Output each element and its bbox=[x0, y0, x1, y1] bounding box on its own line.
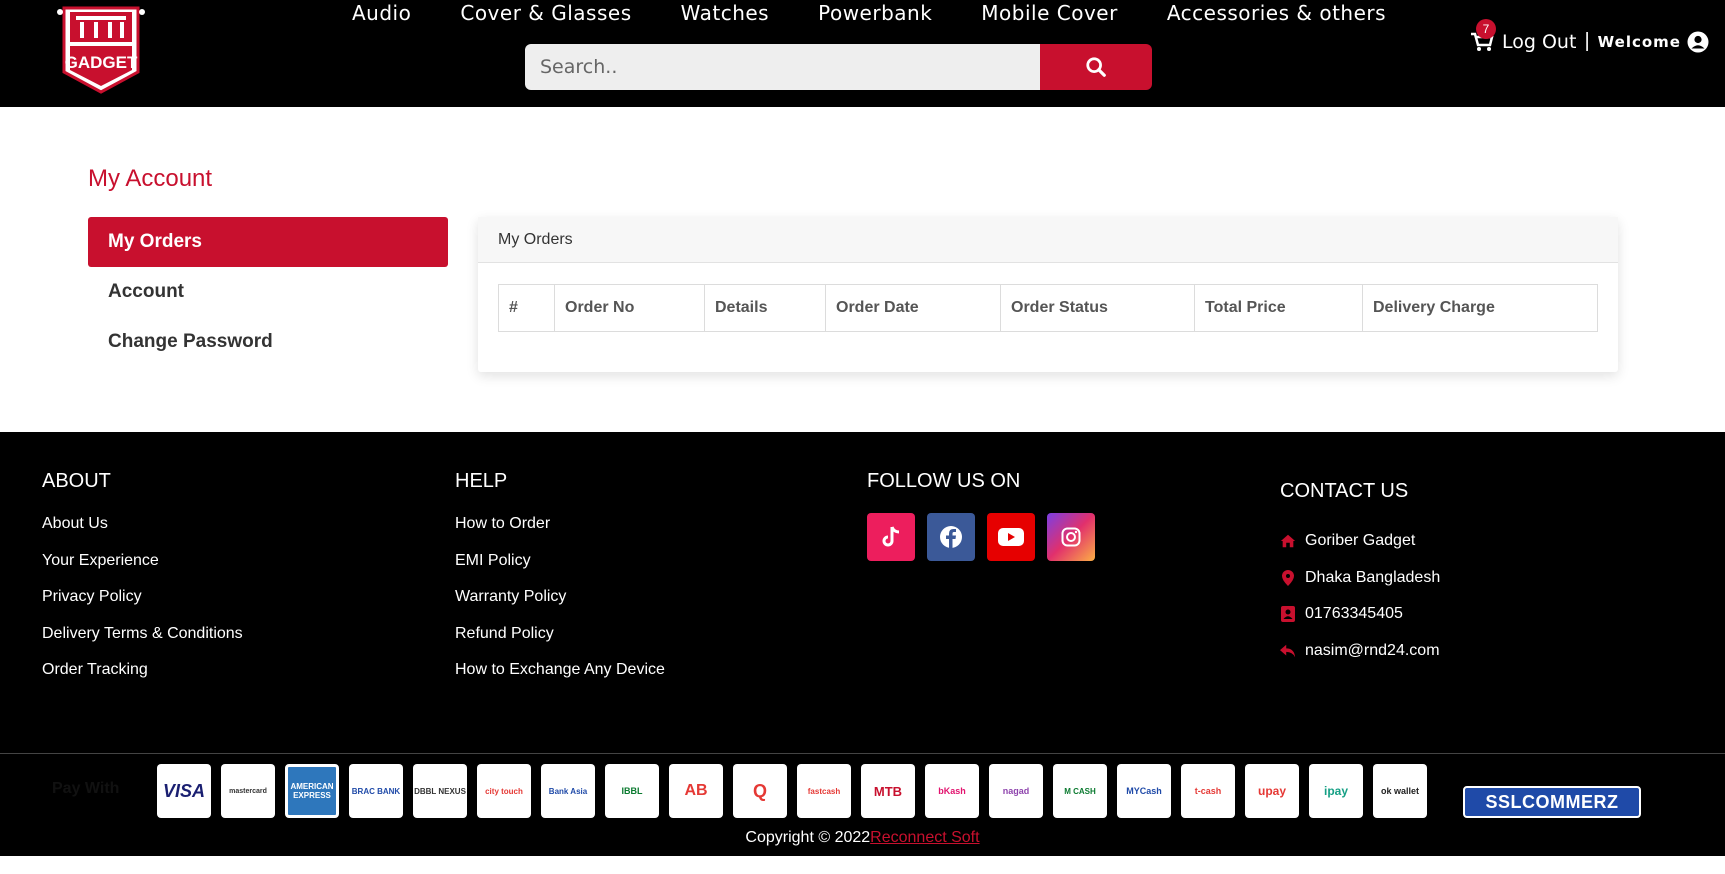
search-input[interactable] bbox=[525, 44, 1040, 90]
bank-asia-logo: Bank Asia bbox=[541, 764, 595, 818]
footer-link-delivery-terms[interactable]: Delivery Terms & Conditions bbox=[42, 623, 243, 660]
column-header-order-status: Order Status bbox=[1001, 285, 1195, 331]
mtb-logo: MTB bbox=[861, 764, 915, 818]
q-cash-logo: Q bbox=[733, 764, 787, 818]
site-logo[interactable]: GADGET bbox=[56, 2, 146, 94]
footer-link-warranty-policy[interactable]: Warranty Policy bbox=[455, 586, 665, 623]
cart-button[interactable]: 7 bbox=[1470, 18, 1496, 53]
user-area: 7 Log Out | Welcome bbox=[1470, 18, 1709, 53]
instagram-icon[interactable] bbox=[1047, 513, 1095, 561]
copyright: Copyright © 2022Reconnect Soft bbox=[0, 829, 1725, 847]
youtube-icon[interactable] bbox=[987, 513, 1035, 561]
reconnect-soft-link[interactable]: Reconnect Soft bbox=[870, 829, 979, 846]
tcash-logo: t-cash bbox=[1181, 764, 1235, 818]
search-bar bbox=[525, 44, 1152, 90]
footer-link-refund-policy[interactable]: Refund Policy bbox=[455, 623, 665, 660]
column-header-details: Details bbox=[705, 285, 826, 331]
tiktok-icon[interactable] bbox=[867, 513, 915, 561]
site-header: GADGET Audio Cover & Glasses Watches Pow… bbox=[0, 0, 1725, 107]
nav-watches[interactable]: Watches bbox=[681, 0, 770, 26]
search-icon bbox=[1086, 57, 1106, 77]
footer-link-emi-policy[interactable]: EMI Policy bbox=[455, 550, 665, 587]
home-icon bbox=[1280, 533, 1296, 549]
payment-bar: Pay With VISA mastercard AMERICAN EXPRES… bbox=[0, 754, 1725, 856]
ab-bank-logo: AB bbox=[669, 764, 723, 818]
nav-cover-glasses[interactable]: Cover & Glasses bbox=[460, 0, 631, 26]
contact-phone-text: 01763345405 bbox=[1305, 605, 1403, 623]
nav-accessories[interactable]: Accessories & others bbox=[1167, 0, 1386, 26]
map-pin-icon bbox=[1280, 569, 1296, 586]
city-touch-logo: city touch bbox=[477, 764, 531, 818]
column-header-index: # bbox=[499, 285, 555, 331]
contact-email: nasim@rnd24.com bbox=[1280, 633, 1440, 670]
orders-table: # Order No Details Order Date Order Stat… bbox=[498, 284, 1598, 332]
logout-link[interactable]: Log Out bbox=[1502, 31, 1576, 53]
footer-follow: FOLLOW US ON bbox=[867, 470, 1095, 561]
nav-mobile-cover[interactable]: Mobile Cover bbox=[981, 0, 1118, 26]
column-header-delivery-charge: Delivery Charge bbox=[1373, 299, 1495, 316]
footer-link-your-experience[interactable]: Your Experience bbox=[42, 550, 243, 587]
footer-link-about-us[interactable]: About Us bbox=[42, 513, 243, 550]
footer-follow-heading: FOLLOW US ON bbox=[867, 470, 1021, 492]
bkash-logo: bKash bbox=[925, 764, 979, 818]
separator: | bbox=[1584, 30, 1590, 52]
mastercard-logo: mastercard bbox=[221, 764, 275, 818]
column-header-order-no: Order No bbox=[555, 285, 705, 331]
nagad-logo: nagad bbox=[989, 764, 1043, 818]
welcome-text: Welcome bbox=[1597, 32, 1681, 51]
contact-location: Dhaka Bangladesh bbox=[1280, 560, 1440, 597]
user-icon[interactable] bbox=[1687, 31, 1709, 53]
site-footer: ABOUT About Us Your Experience Privacy P… bbox=[0, 432, 1725, 754]
contact-card-icon bbox=[1280, 606, 1296, 623]
social-icons bbox=[867, 513, 1095, 561]
facebook-icon[interactable] bbox=[927, 513, 975, 561]
footer-contact: CONTACT US Goriber Gadget Dhaka Banglade… bbox=[1280, 480, 1440, 669]
footer-link-order-tracking[interactable]: Order Tracking bbox=[42, 659, 243, 696]
page-title: My Account bbox=[88, 165, 213, 192]
orders-card-title: My Orders bbox=[478, 217, 1618, 263]
sidebar-item-my-orders[interactable]: My Orders bbox=[88, 217, 448, 267]
ipay-logo: ipay bbox=[1309, 764, 1363, 818]
contact-phone: 01763345405 bbox=[1280, 596, 1440, 633]
reply-icon bbox=[1280, 643, 1296, 659]
footer-link-privacy-policy[interactable]: Privacy Policy bbox=[42, 586, 243, 623]
contact-email-text[interactable]: nasim@rnd24.com bbox=[1305, 642, 1440, 660]
amex-logo: AMERICAN EXPRESS bbox=[285, 764, 339, 818]
sslcommerz-logo: SSLCOMMERZ bbox=[1463, 786, 1641, 818]
footer-about: ABOUT About Us Your Experience Privacy P… bbox=[42, 470, 243, 696]
column-header-total-price: Total Price bbox=[1195, 285, 1363, 331]
sidebar-item-account[interactable]: Account bbox=[88, 267, 448, 317]
footer-about-heading: ABOUT bbox=[42, 470, 111, 492]
ibbl-logo: IBBL bbox=[605, 764, 659, 818]
copyright-text: Copyright © 2022 bbox=[745, 829, 871, 846]
mycash-logo: MYCash bbox=[1117, 764, 1171, 818]
fastcash-logo: fastcash bbox=[797, 764, 851, 818]
contact-company: Goriber Gadget bbox=[1280, 523, 1440, 560]
column-header-order-date: Order Date bbox=[826, 285, 1001, 331]
footer-help-heading: HELP bbox=[455, 470, 508, 492]
nav-powerbank[interactable]: Powerbank bbox=[818, 0, 932, 26]
account-sidebar: My Orders Account Change Password bbox=[88, 217, 448, 367]
orders-card: My Orders # Order No Details Order Date … bbox=[478, 217, 1618, 372]
contact-location-text: Dhaka Bangladesh bbox=[1305, 568, 1441, 586]
search-button[interactable] bbox=[1040, 44, 1152, 90]
cart-count-badge: 7 bbox=[1476, 18, 1496, 39]
sidebar-item-change-password[interactable]: Change Password bbox=[88, 317, 448, 367]
footer-contact-heading: CONTACT US bbox=[1280, 480, 1409, 502]
visa-logo: VISA bbox=[157, 764, 211, 818]
upay-logo: upay bbox=[1245, 764, 1299, 818]
footer-help: HELP How to Order EMI Policy Warranty Po… bbox=[455, 470, 665, 696]
payment-logos: VISA mastercard AMERICAN EXPRESS BRAC BA… bbox=[157, 764, 1427, 818]
nav-audio[interactable]: Audio bbox=[352, 0, 411, 26]
brac-bank-logo: BRAC BANK bbox=[349, 764, 403, 818]
ok-wallet-logo: ok wallet bbox=[1373, 764, 1427, 818]
logo-text: GADGET bbox=[65, 53, 138, 72]
pay-with-label: Pay With bbox=[52, 780, 120, 797]
contact-company-text: Goriber Gadget bbox=[1305, 532, 1416, 550]
footer-link-exchange-device[interactable]: How to Exchange Any Device bbox=[455, 659, 665, 696]
main-nav: Audio Cover & Glasses Watches Powerbank … bbox=[352, 0, 1435, 26]
mcash-logo: M CASH bbox=[1053, 764, 1107, 818]
dbbl-nexus-logo: DBBL NEXUS bbox=[413, 764, 467, 818]
footer-link-how-to-order[interactable]: How to Order bbox=[455, 513, 665, 550]
